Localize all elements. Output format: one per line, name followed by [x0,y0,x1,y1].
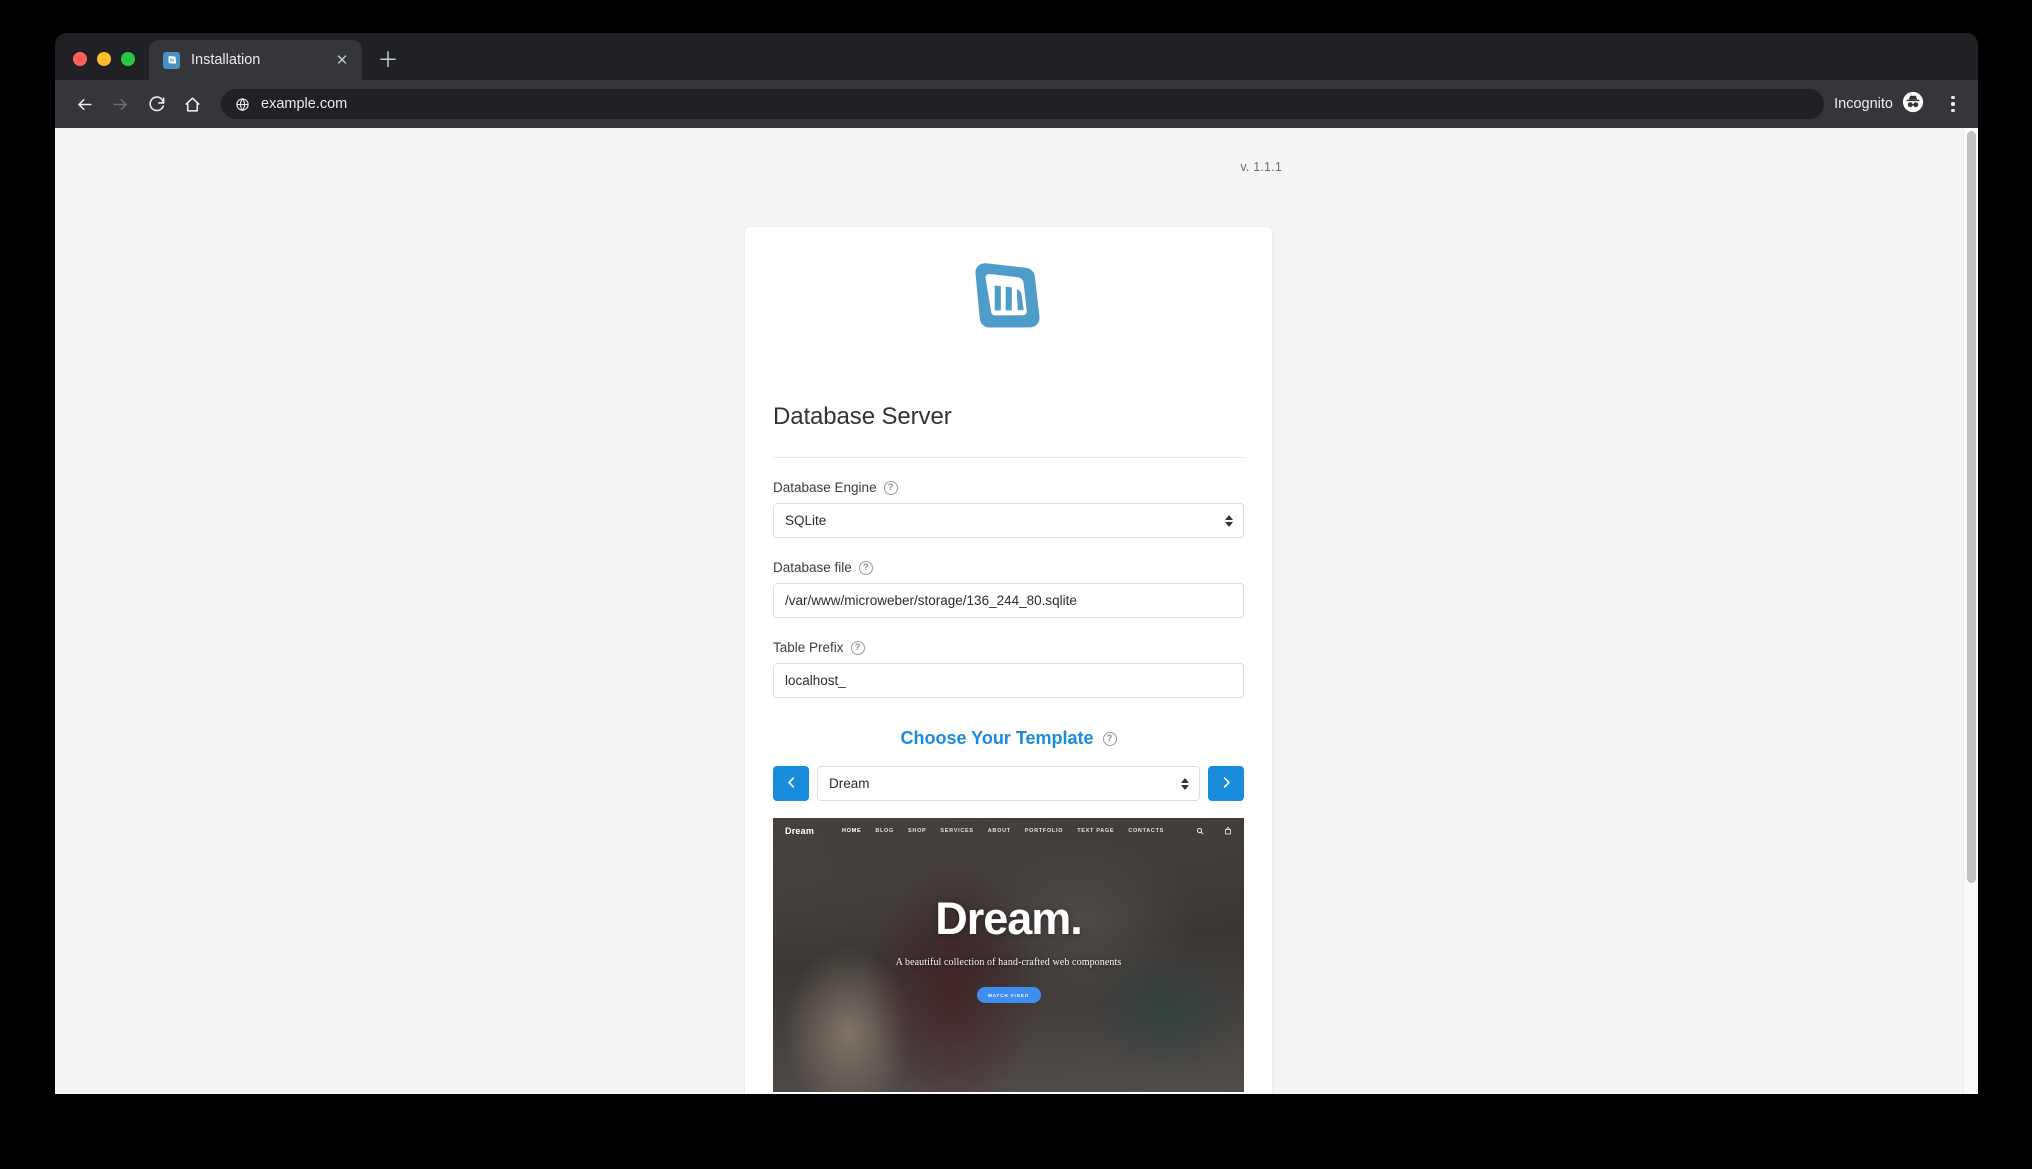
choose-template-heading: Choose Your Template ? [773,728,1244,749]
incognito-icon [1902,91,1924,118]
incognito-label: Incognito [1834,96,1893,112]
choose-template-heading-text: Choose Your Template [900,728,1093,749]
preview-menu-item[interactable]: SHOP [908,828,926,834]
arrow-left-icon[interactable] [67,87,101,121]
template-prev-button[interactable] [773,766,809,801]
kebab-menu-icon[interactable] [1938,87,1968,121]
database-engine-select[interactable]: SQLite [773,503,1244,538]
field-label: Database file ? [773,560,1244,575]
question-mark-icon[interactable]: ? [1103,732,1117,746]
field-table-prefix: Table Prefix ? [773,640,1244,698]
globe-icon [235,97,250,112]
field-label: Table Prefix ? [773,640,1244,655]
address-bar[interactable]: example.com [221,89,1824,119]
page-scrollbar[interactable] [1963,128,1978,1094]
preview-menu-item[interactable]: ABOUT [988,828,1011,834]
close-icon[interactable]: ✕ [332,50,352,70]
chevron-left-icon [784,775,799,793]
preview-menu-item[interactable]: CONTACTS [1128,828,1164,834]
close-window-button[interactable] [73,52,87,66]
template-select-wrap: Dream [817,766,1200,801]
page-content: v. 1.1.1 Database Server [55,128,1962,1094]
table-prefix-input[interactable] [773,663,1244,698]
field-label-text: Table Prefix [773,640,844,655]
preview-menu: HOME BLOG SHOP SERVICES ABOUT PORTFOLIO … [842,828,1182,834]
question-mark-icon[interactable]: ? [851,641,865,655]
browser-window: Installation ✕ ＋ example.com Incognito [55,33,1978,1094]
preview-menu-item[interactable]: SERVICES [940,828,973,834]
browser-toolbar: example.com Incognito [55,80,1978,128]
window-traffic-lights [55,52,149,80]
question-mark-icon[interactable]: ? [859,561,873,575]
preview-nav-icons [1196,822,1232,840]
microweber-logo [745,227,1272,343]
field-database-engine: Database Engine ? SQLite [773,480,1244,538]
arrow-right-icon[interactable] [103,87,137,121]
search-icon[interactable] [1196,822,1204,840]
preview-menu-item[interactable]: PORTFOLIO [1025,828,1063,834]
home-icon[interactable] [175,87,209,121]
tab-strip: Installation ✕ ＋ [55,33,1978,80]
minimize-window-button[interactable] [97,52,111,66]
preview-menu-item[interactable]: BLOG [875,828,894,834]
installation-card: Database Server Database Engine ? SQLite [745,227,1272,1094]
preview-hero-subtitle: A beautiful collection of hand-crafted w… [773,957,1244,968]
title-divider [773,457,1244,458]
version-label: v. 1.1.1 [55,160,1282,174]
url-text: example.com [261,96,347,112]
browser-tab[interactable]: Installation ✕ [149,40,362,80]
template-picker: Dream [773,766,1244,801]
microweber-favicon [163,52,180,69]
field-label-text: Database file [773,560,852,575]
preview-brand: Dream [785,826,814,836]
template-next-button[interactable] [1208,766,1244,801]
cart-icon[interactable] [1224,822,1232,840]
page-viewport: v. 1.1.1 Database Server [55,128,1978,1094]
preview-watch-video-button[interactable]: WATCH VIDEO [977,987,1041,1003]
field-database-file: Database file ? [773,560,1244,618]
card-body: Database Server Database Engine ? SQLite [745,403,1272,801]
preview-hero-title: Dream. [773,896,1244,941]
database-engine-select-wrap: SQLite [773,503,1244,538]
maximize-window-button[interactable] [121,52,135,66]
tab-title: Installation [191,52,321,68]
preview-hero: Dream. A beautiful collection of hand-cr… [773,896,1244,1003]
chevron-right-icon [1219,775,1234,793]
plus-icon[interactable]: ＋ [372,44,404,76]
page-title: Database Server [773,403,1244,431]
preview-navbar: Dream HOME BLOG SHOP SERVICES ABOUT PORT… [773,818,1244,844]
database-file-input[interactable] [773,583,1244,618]
preview-menu-item[interactable]: TEXT PAGE [1077,828,1114,834]
preview-menu-item[interactable]: HOME [842,828,861,834]
field-label: Database Engine ? [773,480,1244,495]
reload-icon[interactable] [139,87,173,121]
question-mark-icon[interactable]: ? [884,481,898,495]
incognito-indicator[interactable]: Incognito [1834,91,1926,118]
scrollbar-thumb[interactable] [1967,131,1976,883]
template-preview-image[interactable]: Dream HOME BLOG SHOP SERVICES ABOUT PORT… [773,818,1244,1092]
field-label-text: Database Engine [773,480,877,495]
template-select[interactable]: Dream [817,766,1200,801]
